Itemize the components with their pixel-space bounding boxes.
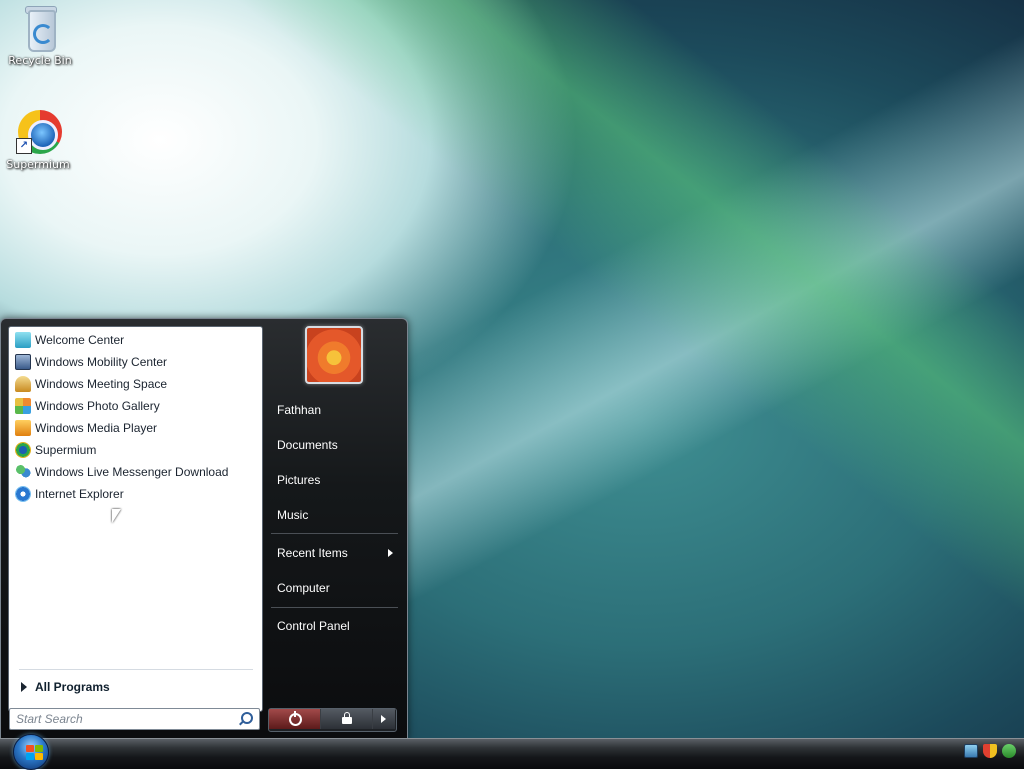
program-windows-mobility-center[interactable]: Windows Mobility Center bbox=[13, 352, 253, 372]
start-button[interactable] bbox=[9, 734, 51, 770]
expand-arrow-icon bbox=[21, 682, 27, 692]
internet-explorer-icon bbox=[15, 486, 31, 502]
right-item-music[interactable]: Music bbox=[271, 500, 399, 530]
messenger-icon bbox=[15, 464, 31, 480]
power-button[interactable] bbox=[269, 709, 321, 729]
program-internet-explorer[interactable]: Internet Explorer bbox=[13, 484, 253, 504]
shortcut-arrow-icon: ↗ bbox=[16, 138, 32, 154]
menu-separator bbox=[271, 607, 398, 608]
right-item-pictures[interactable]: Pictures bbox=[271, 465, 399, 495]
desktop-icon-label: Recycle Bin bbox=[8, 54, 72, 67]
start-menu: Welcome Center Windows Mobility Center W… bbox=[0, 318, 408, 740]
program-windows-media-player[interactable]: Windows Media Player bbox=[13, 418, 253, 438]
taskbar bbox=[0, 738, 1024, 769]
lock-button[interactable] bbox=[321, 709, 373, 729]
right-item-user-folder[interactable]: Fathhan bbox=[271, 395, 399, 425]
welcome-center-icon bbox=[15, 332, 31, 348]
recycle-bin-icon bbox=[16, 4, 64, 52]
supermium-icon bbox=[15, 442, 31, 458]
right-item-recent-items[interactable]: Recent Items bbox=[271, 538, 399, 568]
all-programs-button[interactable]: All Programs bbox=[19, 677, 265, 697]
network-icon[interactable] bbox=[964, 744, 978, 758]
pinned-programs-pane: Welcome Center Windows Mobility Center W… bbox=[8, 326, 263, 712]
supermium-shortcut[interactable]: ↗ Supermium bbox=[0, 108, 76, 171]
start-orb-icon bbox=[13, 734, 49, 770]
photo-gallery-icon bbox=[15, 398, 31, 414]
recycle-bin-shortcut[interactable]: Recycle Bin bbox=[2, 4, 78, 67]
supermium-browser-icon: ↗ bbox=[14, 108, 62, 156]
submenu-arrow-icon bbox=[388, 549, 393, 557]
program-supermium[interactable]: Supermium bbox=[13, 440, 253, 460]
update-icon[interactable] bbox=[1002, 744, 1016, 758]
power-controls bbox=[268, 708, 397, 732]
program-windows-meeting-space[interactable]: Windows Meeting Space bbox=[13, 374, 253, 394]
program-windows-live-messenger-download[interactable]: Windows Live Messenger Download bbox=[13, 462, 253, 482]
lock-icon bbox=[342, 712, 352, 724]
search-icon bbox=[241, 712, 253, 724]
chevron-right-icon bbox=[381, 715, 386, 723]
security-shield-icon[interactable] bbox=[983, 744, 997, 758]
right-item-documents[interactable]: Documents bbox=[271, 430, 399, 460]
meeting-space-icon bbox=[15, 376, 31, 392]
shutdown-options-button[interactable] bbox=[373, 709, 395, 729]
media-player-icon bbox=[15, 420, 31, 436]
all-programs-separator bbox=[19, 669, 253, 670]
user-account-picture[interactable] bbox=[305, 326, 363, 384]
start-search-input[interactable]: Start Search bbox=[9, 708, 260, 730]
right-item-computer[interactable]: Computer bbox=[271, 573, 399, 603]
right-item-control-panel[interactable]: Control Panel bbox=[271, 611, 399, 641]
mobility-center-icon bbox=[15, 354, 31, 370]
mouse-cursor bbox=[112, 509, 121, 523]
menu-separator bbox=[271, 533, 398, 534]
power-icon bbox=[289, 711, 302, 726]
program-windows-photo-gallery[interactable]: Windows Photo Gallery bbox=[13, 396, 253, 416]
desktop-icon-label: Supermium bbox=[6, 158, 70, 171]
windows-flag-icon bbox=[26, 745, 44, 760]
program-welcome-center[interactable]: Welcome Center bbox=[13, 330, 253, 350]
